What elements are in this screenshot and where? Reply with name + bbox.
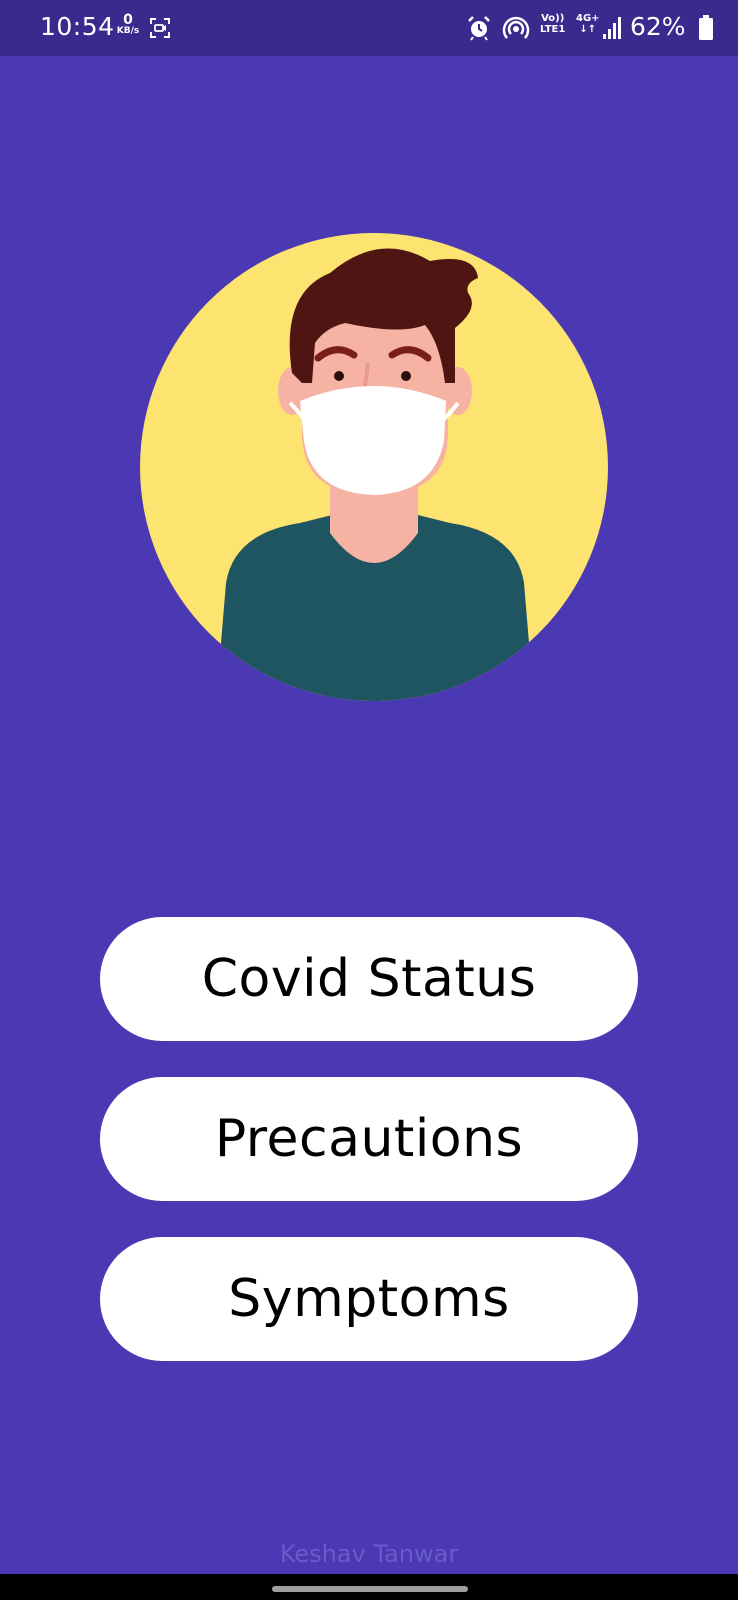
battery-icon xyxy=(699,15,713,40)
network-line1: 4G+ xyxy=(576,13,600,24)
navigation-bar xyxy=(0,1574,738,1600)
data-speed-indicator: 0 KB/s xyxy=(114,13,142,36)
masked-person-illustration xyxy=(140,233,608,701)
status-time: 10:54 xyxy=(40,12,115,41)
alarm-icon xyxy=(468,16,490,41)
precautions-label: Precautions xyxy=(214,1109,524,1169)
symptoms-button[interactable]: Symptoms xyxy=(100,1237,638,1361)
volte-line2: LTE1 xyxy=(540,23,566,35)
data-speed-value: 0 xyxy=(123,12,133,28)
covid-status-label: Covid Status xyxy=(201,949,537,1009)
hotspot-icon xyxy=(502,16,530,39)
network-type-indicator: 4G+ ↓↑ xyxy=(576,13,600,35)
battery-percent: 62% xyxy=(630,12,686,41)
volte-line1: Vo)) xyxy=(541,13,565,24)
network-line2: ↓↑ xyxy=(579,23,597,35)
covid-status-button[interactable]: Covid Status xyxy=(100,917,638,1041)
footer-credit: Keshav Tanwar xyxy=(279,1540,459,1568)
screen-record-icon xyxy=(150,18,170,38)
precautions-button[interactable]: Precautions xyxy=(100,1077,638,1201)
data-speed-unit: KB/s xyxy=(116,26,140,36)
symptoms-label: Symptoms xyxy=(228,1269,510,1329)
volte-indicator: Vo)) LTE1 xyxy=(540,13,566,35)
signal-icon xyxy=(603,17,621,39)
status-bar: 10:54 0 KB/s Vo)) LTE1 4G+ ↓↑ 62% xyxy=(0,0,738,56)
home-gesture-handle[interactable] xyxy=(272,1586,468,1592)
person-wearing-mask-icon xyxy=(140,233,608,701)
